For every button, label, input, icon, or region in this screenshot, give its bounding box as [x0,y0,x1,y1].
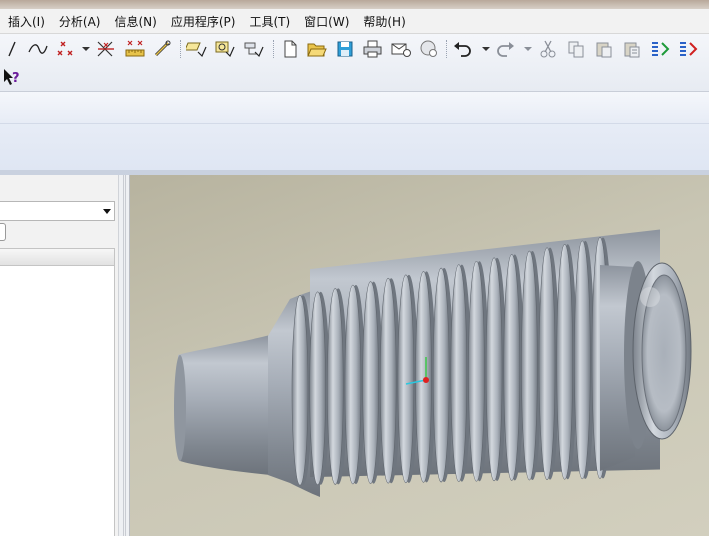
menu-info[interactable]: 信息(N) [112,11,164,32]
menu-help[interactable]: 帮助(H) [361,11,413,32]
model-tree[interactable] [0,266,115,536]
csys-origin [423,377,429,383]
panel-button[interactable] [0,223,6,241]
line-icon[interactable] [2,38,24,60]
datum-plane-icon[interactable] [186,38,208,60]
axis-icon[interactable] [95,38,117,60]
bellows-rib [468,260,485,482]
context-help-glyph: ? [12,71,20,86]
bellows-rib [362,281,379,484]
model-tree-header [0,248,115,266]
send-mail-icon[interactable] [390,38,412,60]
menu-analysis[interactable]: 分析(A) [57,11,109,32]
bellows-highlight [640,287,660,307]
undo-dropdown-icon[interactable] [482,47,490,51]
panel-splitter[interactable] [118,175,130,536]
bellows-end-stub [178,335,270,475]
bellows-rib [397,274,415,484]
paste-special-icon[interactable] [621,38,643,60]
print-icon[interactable] [362,38,384,60]
datum-axis-icon[interactable] [214,38,236,60]
measure-icon[interactable] [124,38,146,60]
spline-icon[interactable] [27,38,49,60]
chevron-down-icon[interactable] [103,209,111,214]
paste-icon[interactable] [593,38,615,60]
bellows-rib [379,277,397,484]
new-file-icon[interactable] [279,38,301,60]
ribbon-band [0,92,709,170]
bellows-rib [326,288,344,485]
bellows-rib [503,254,521,481]
toolbar-separator [273,40,274,58]
bellows-model[interactable] [130,175,709,536]
bellows-left-face [174,355,186,461]
context-help-icon[interactable]: ? [0,66,24,88]
toolbar-separator [180,40,181,58]
copy-icon[interactable] [565,38,587,60]
datum-csys-icon[interactable] [243,38,265,60]
splitter-grip[interactable] [123,175,126,536]
regenerate-manager-icon[interactable] [677,38,699,60]
point-icon[interactable] [55,38,77,60]
bellows-rib [309,291,326,486]
chain-icon[interactable] [152,38,174,60]
menu-bar: 插入(I) 分析(A) 信息(N) 应用程序(P) 工具(T) 窗口(W) 帮助… [0,9,709,34]
bellows-rib [521,250,538,481]
bellows-rib [538,247,556,480]
graphics-viewport[interactable] [130,175,709,536]
menu-insert[interactable]: 插入(I) [6,11,53,32]
erase-icon[interactable] [418,38,440,60]
redo-dropdown-icon[interactable] [524,47,532,51]
title-bar-strip [0,0,709,9]
model-tree-panel [0,175,118,536]
regenerate-icon[interactable] [649,38,671,60]
menu-tools[interactable]: 工具(T) [247,11,298,32]
bellows-body[interactable] [174,229,692,497]
toolbar: ? [0,34,709,92]
dropdown-icon[interactable] [82,47,90,51]
bellows-rib [344,284,362,485]
bellows-rib [415,271,432,483]
cut-icon[interactable] [537,38,559,60]
toolbar-row-2: ? [0,63,709,91]
save-icon[interactable] [334,38,356,60]
toolbar-row-1 [0,35,709,63]
bellows-rib [432,267,450,483]
menu-window[interactable]: 窗口(W) [302,11,357,32]
bellows-rib [291,294,309,486]
redo-icon[interactable] [494,38,516,60]
menu-applications[interactable]: 应用程序(P) [169,11,244,32]
model-tree-select[interactable] [0,201,115,221]
bellows-rib [556,243,574,480]
undo-icon[interactable] [452,38,474,60]
open-folder-icon[interactable] [306,38,328,60]
bellows-rib [574,240,591,480]
bellows-rib [450,264,468,482]
ribbon-divider [0,123,709,124]
bellows-rib [485,257,503,482]
toolbar-separator [446,40,447,58]
